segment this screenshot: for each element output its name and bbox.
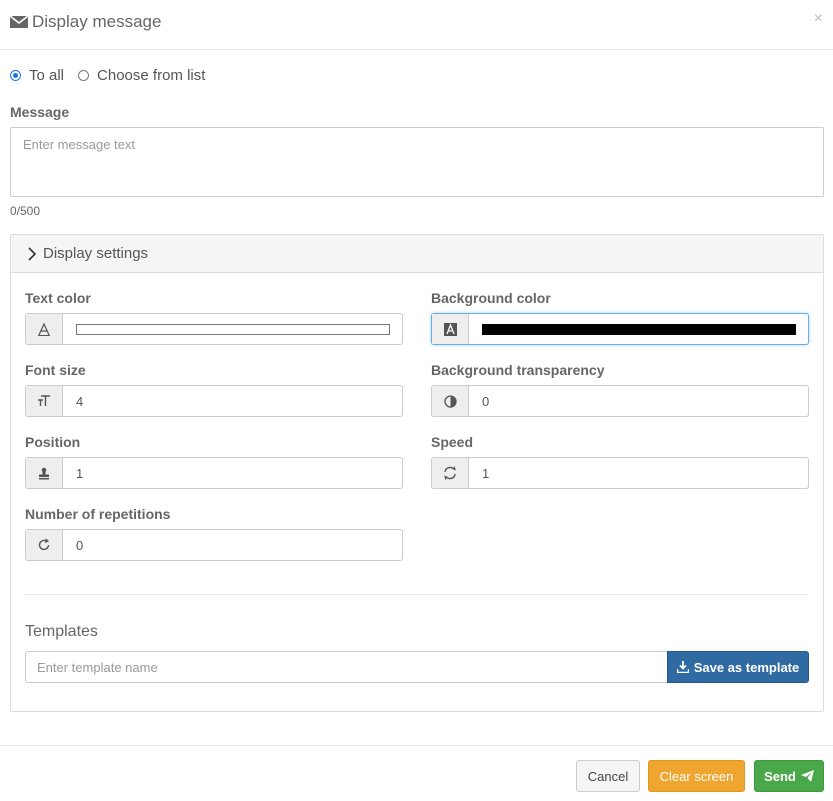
- background-color-picker[interactable]: [431, 313, 809, 345]
- stamp-icon: [26, 458, 63, 488]
- refresh-icon: [432, 458, 469, 488]
- text-color-label: Text color: [25, 290, 91, 306]
- repeat-icon: [26, 530, 63, 560]
- display-settings-toggle[interactable]: Display settings: [11, 235, 823, 273]
- divider: [25, 594, 808, 595]
- send-button[interactable]: Send: [754, 760, 824, 792]
- message-textarea[interactable]: Enter message text: [10, 127, 824, 197]
- font-icon: [26, 314, 63, 344]
- recipient-options: To all Choose from list: [10, 67, 219, 84]
- background-transparency-label: Background transparency: [431, 362, 605, 378]
- position-input[interactable]: 1: [25, 457, 403, 489]
- modal-title-text: Display message: [32, 12, 162, 31]
- footer-divider: [0, 745, 833, 746]
- background-color-swatch: [482, 323, 796, 335]
- background-transparency-input[interactable]: 0: [431, 385, 809, 417]
- modal-title: Display message: [10, 12, 161, 32]
- half-circle-icon: [432, 386, 469, 416]
- radio-choose-from-list[interactable]: [78, 70, 90, 81]
- background-transparency-value: 0: [482, 393, 490, 409]
- radio-choose-from-list-label[interactable]: Choose from list: [97, 67, 205, 84]
- background-color-label: Background color: [431, 290, 551, 306]
- font-size-input[interactable]: 4: [25, 385, 403, 417]
- font-size-value: 4: [76, 393, 84, 409]
- speed-input[interactable]: 1: [431, 457, 809, 489]
- repetitions-label: Number of repetitions: [25, 506, 171, 522]
- send-label: Send: [764, 768, 796, 784]
- text-color-picker[interactable]: [25, 313, 403, 345]
- modal-header: Display message ×: [0, 0, 833, 50]
- close-button[interactable]: ×: [814, 10, 823, 28]
- clear-screen-button[interactable]: Clear screen: [648, 760, 745, 792]
- cancel-button[interactable]: Cancel: [576, 760, 640, 792]
- save-as-template-label: Save as template: [693, 659, 800, 675]
- radio-to-all[interactable]: [10, 70, 21, 81]
- templates-title: Templates: [25, 623, 98, 640]
- template-name-input[interactable]: Enter template name: [25, 651, 668, 683]
- chevron-right-icon: [28, 246, 37, 261]
- text-color-swatch: [76, 323, 390, 335]
- message-label: Message: [10, 104, 70, 120]
- download-icon: [676, 661, 689, 673]
- font-filled-icon: [432, 314, 469, 344]
- font-size-label: Font size: [25, 362, 86, 378]
- speed-value: 1: [482, 465, 490, 481]
- repetitions-value: 0: [76, 537, 84, 553]
- position-label: Position: [25, 434, 81, 450]
- repetitions-input[interactable]: 0: [25, 529, 403, 561]
- radio-to-all-label[interactable]: To all: [29, 67, 64, 84]
- save-as-template-button[interactable]: Save as template: [667, 651, 809, 683]
- text-size-icon: [26, 386, 63, 416]
- position-value: 1: [76, 465, 84, 481]
- speed-label: Speed: [431, 434, 474, 450]
- paper-plane-icon: [800, 770, 814, 782]
- envelope-icon: [10, 15, 28, 28]
- message-counter: 0/500: [10, 204, 41, 218]
- display-settings-title: Display settings: [43, 245, 149, 262]
